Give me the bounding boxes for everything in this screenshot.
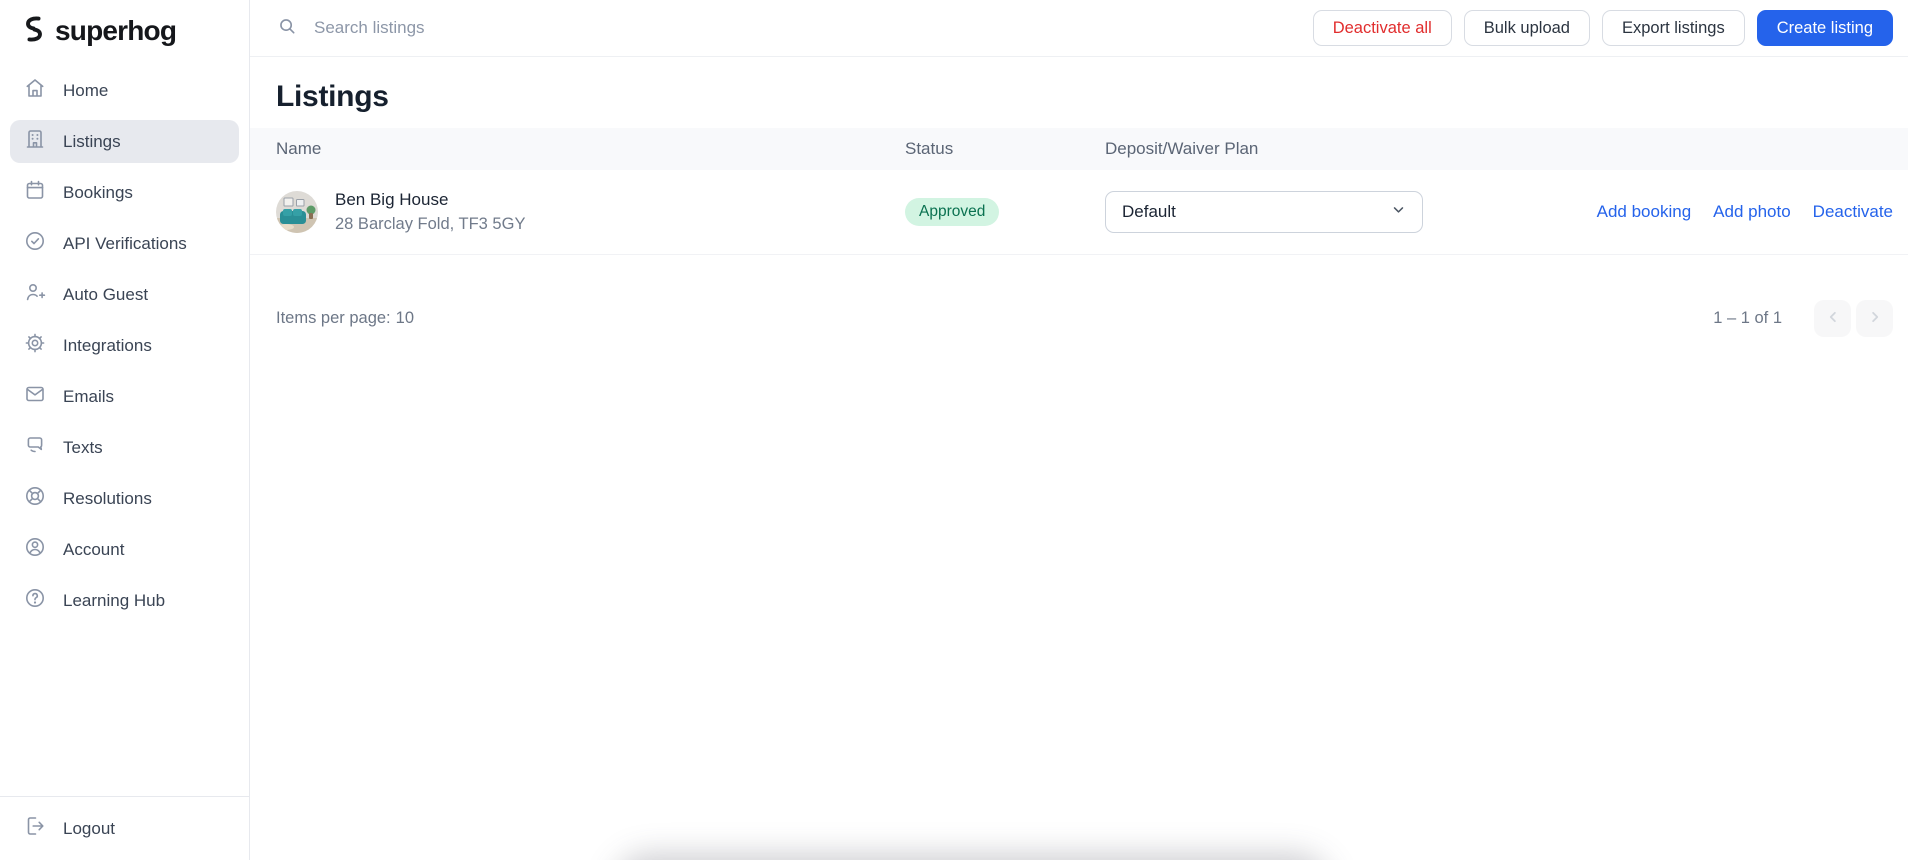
sidebar-item-texts[interactable]: Texts — [10, 426, 239, 469]
next-page-button[interactable] — [1856, 300, 1893, 337]
sidebar-footer: Logout — [0, 796, 249, 860]
sidebar-item-label: Learning Hub — [63, 590, 166, 610]
sidebar: superhog Home Listings Bookings API Veri… — [0, 0, 250, 860]
home-icon — [23, 76, 47, 105]
sidebar-item-auto-guest[interactable]: Auto Guest — [10, 273, 239, 316]
pagination-range: 1 – 1 of 1 — [1713, 309, 1782, 327]
user-plus-icon — [23, 280, 47, 309]
question-circle-icon — [23, 586, 47, 615]
column-header-name: Name — [276, 139, 322, 158]
listing-info: Ben Big House 28 Barclay Fold, TF3 5GY — [335, 190, 525, 234]
topbar: Deactivate all Bulk upload Export listin… — [250, 0, 1908, 57]
items-per-page: Items per page: 10 — [276, 309, 414, 328]
deposit-plan-select[interactable]: Default — [1105, 191, 1423, 233]
envelope-icon — [23, 382, 47, 411]
deactivate-link[interactable]: Deactivate — [1813, 202, 1893, 222]
deposit-plan-value: Default — [1122, 202, 1176, 221]
sidebar-item-label: Resolutions — [63, 488, 152, 508]
pager — [1814, 300, 1893, 337]
items-per-page-value[interactable]: 10 — [396, 309, 414, 328]
calendar-icon — [23, 178, 47, 207]
sidebar-item-label: Account — [63, 539, 125, 559]
logout-label: Logout — [63, 818, 115, 838]
sidebar-item-emails[interactable]: Emails — [10, 375, 239, 418]
export-listings-button[interactable]: Export listings — [1601, 10, 1745, 46]
superhog-bolt-icon — [22, 16, 46, 47]
user-circle-icon — [23, 535, 47, 564]
items-per-page-label: Items per page: — [276, 309, 391, 327]
add-booking-link[interactable]: Add booking — [1597, 202, 1692, 222]
sidebar-item-account[interactable]: Account — [10, 528, 239, 571]
add-photo-link[interactable]: Add photo — [1713, 202, 1791, 222]
sidebar-item-label: Bookings — [63, 182, 133, 202]
chat-bubble-icon — [23, 433, 47, 462]
status-cell: Approved — [905, 198, 1105, 226]
brand-name: superhog — [55, 15, 177, 46]
main-content: Listings Name Status Deposit/Waiver Plan — [250, 57, 1908, 860]
previous-page-button[interactable] — [1814, 300, 1851, 337]
search-box — [276, 15, 834, 42]
gear-icon — [23, 331, 47, 360]
sidebar-item-label: Home — [63, 80, 109, 100]
column-header-status: Status — [905, 139, 954, 158]
chevron-left-icon — [1824, 308, 1842, 329]
table-footer: Items per page: 10 1 – 1 of 1 — [250, 255, 1908, 337]
row-actions: Add booking Add photo Deactivate — [1597, 202, 1893, 222]
sidebar-item-label: Listings — [63, 131, 121, 151]
listing-cell: Ben Big House 28 Barclay Fold, TF3 5GY — [276, 190, 905, 234]
sidebar-item-label: Auto Guest — [63, 284, 149, 304]
search-input[interactable] — [314, 18, 834, 38]
badge-check-icon — [23, 229, 47, 258]
sidebar-item-label: API Verifications — [63, 233, 187, 253]
plan-cell: Default — [1105, 191, 1597, 233]
sidebar-nav: Home Listings Bookings API Verifications… — [0, 63, 249, 628]
bulk-upload-button[interactable]: Bulk upload — [1463, 10, 1590, 46]
chevron-right-icon — [1866, 308, 1884, 329]
create-listing-button[interactable]: Create listing — [1756, 10, 1893, 46]
status-badge: Approved — [905, 198, 1000, 226]
listing-name: Ben Big House — [335, 190, 449, 209]
listing-thumbnail — [276, 191, 318, 233]
logout-icon — [23, 814, 47, 843]
sidebar-item-bookings[interactable]: Bookings — [10, 171, 239, 214]
sidebar-item-label: Emails — [63, 386, 115, 406]
sidebar-item-label: Texts — [63, 437, 103, 457]
column-header-plan: Deposit/Waiver Plan — [1105, 139, 1259, 158]
sidebar-item-integrations[interactable]: Integrations — [10, 324, 239, 367]
sidebar-item-api-verifications[interactable]: API Verifications — [10, 222, 239, 265]
sidebar-item-resolutions[interactable]: Resolutions — [10, 477, 239, 520]
table-row: Ben Big House 28 Barclay Fold, TF3 5GY A… — [250, 170, 1908, 255]
app-window: superhog Home Listings Bookings API Veri… — [0, 0, 1908, 860]
brand-logo: superhog — [0, 0, 249, 63]
sidebar-item-home[interactable]: Home — [10, 69, 239, 112]
topbar-actions: Deactivate all Bulk upload Export listin… — [1312, 10, 1893, 46]
deactivate-all-button[interactable]: Deactivate all — [1312, 10, 1452, 46]
table-header: Name Status Deposit/Waiver Plan — [250, 128, 1908, 170]
sidebar-item-learning-hub[interactable]: Learning Hub — [10, 579, 239, 622]
sidebar-item-label: Integrations — [63, 335, 152, 355]
building-icon — [23, 127, 47, 156]
page-title: Listings — [276, 80, 389, 113]
sidebar-item-listings[interactable]: Listings — [10, 120, 239, 163]
search-icon — [276, 15, 298, 42]
chevron-down-icon — [1389, 200, 1408, 224]
lifebuoy-icon — [23, 484, 47, 513]
logout-button[interactable]: Logout — [10, 807, 239, 850]
listing-address: 28 Barclay Fold, TF3 5GY — [335, 215, 526, 233]
